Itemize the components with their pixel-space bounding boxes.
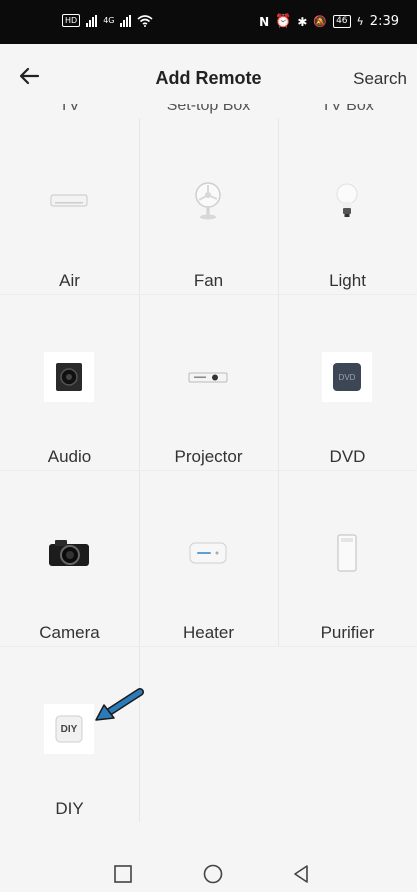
cut-label-tv-box[interactable]: TV Box [278,104,417,115]
device-label: DIY [55,799,84,818]
search-button[interactable]: Search [353,69,407,89]
device-label: Audio [47,447,92,466]
device-item-light[interactable]: Light [278,118,417,294]
triangle-back-icon[interactable] [289,862,313,886]
dvd-icon: DVD [322,352,372,402]
wifi-icon [137,14,154,27]
bluetooth-icon: ✱ [297,14,308,29]
svg-text:DVD: DVD [339,373,356,382]
device-label: Heater [182,623,235,642]
speaker-icon [44,352,94,402]
circle-icon[interactable] [201,862,225,886]
device-label: Light [329,271,366,290]
app-header: Add Remote Search [0,44,417,112]
device-item-purifier[interactable]: Purifier [278,470,417,646]
device-label: Projector [174,447,243,466]
device-item-camera[interactable]: Camera [0,470,139,646]
status-left: HD 4G [62,14,154,27]
cut-label-set-top-box[interactable]: Set-top Box [139,104,278,115]
device-item-heater[interactable]: Heater [139,470,278,646]
mute-icon: 🔕 [313,15,328,28]
device-item-diy[interactable]: DIY DIY [0,646,139,822]
hd-badge: HD [62,14,81,27]
square-icon[interactable] [111,862,135,886]
device-label: Camera [39,623,100,642]
fan-icon [183,176,233,226]
signal-icon-2 [120,14,132,27]
device-label: Fan [193,271,224,290]
device-item-fan[interactable]: Fan [139,118,278,294]
device-item-projector[interactable]: Projector [139,294,278,470]
nfc-icon: N [259,14,270,29]
projector-icon [183,352,233,402]
battery-icon: 46 [333,15,351,28]
navigation-bar [0,852,417,892]
status-right: N ⏰ ✱ 🔕 46 ϟ 2:39 [259,14,399,29]
camera-icon [44,528,94,578]
status-bar: HD 4G N ⏰ ✱ 🔕 46 ϟ 2:39 [0,0,417,44]
arrow-pointer-icon [95,688,144,721]
device-label: Purifier [320,623,375,642]
device-label: Air [59,271,80,290]
device-item-audio[interactable]: Audio [0,294,139,470]
air-conditioner-icon [44,176,94,226]
charging-icon: ϟ [356,15,364,28]
purifier-icon [322,528,372,578]
status-time: 2:39 [369,14,399,29]
diy-icon: DIY [44,704,94,754]
alarm-icon: ⏰ [275,14,292,29]
network-label: 4G [103,16,115,25]
signal-icon [86,14,98,27]
device-item-air[interactable]: Air [0,118,139,294]
device-label: DVD [329,447,366,466]
cut-label-tv[interactable]: TV [0,104,139,115]
light-bulb-icon [322,176,372,226]
heater-icon [183,528,233,578]
cut-off-row: TV Set-top Box TV Box [0,104,417,118]
diy-icon-text: DIY [60,723,78,735]
device-item-dvd[interactable]: DVD DVD [278,294,417,470]
